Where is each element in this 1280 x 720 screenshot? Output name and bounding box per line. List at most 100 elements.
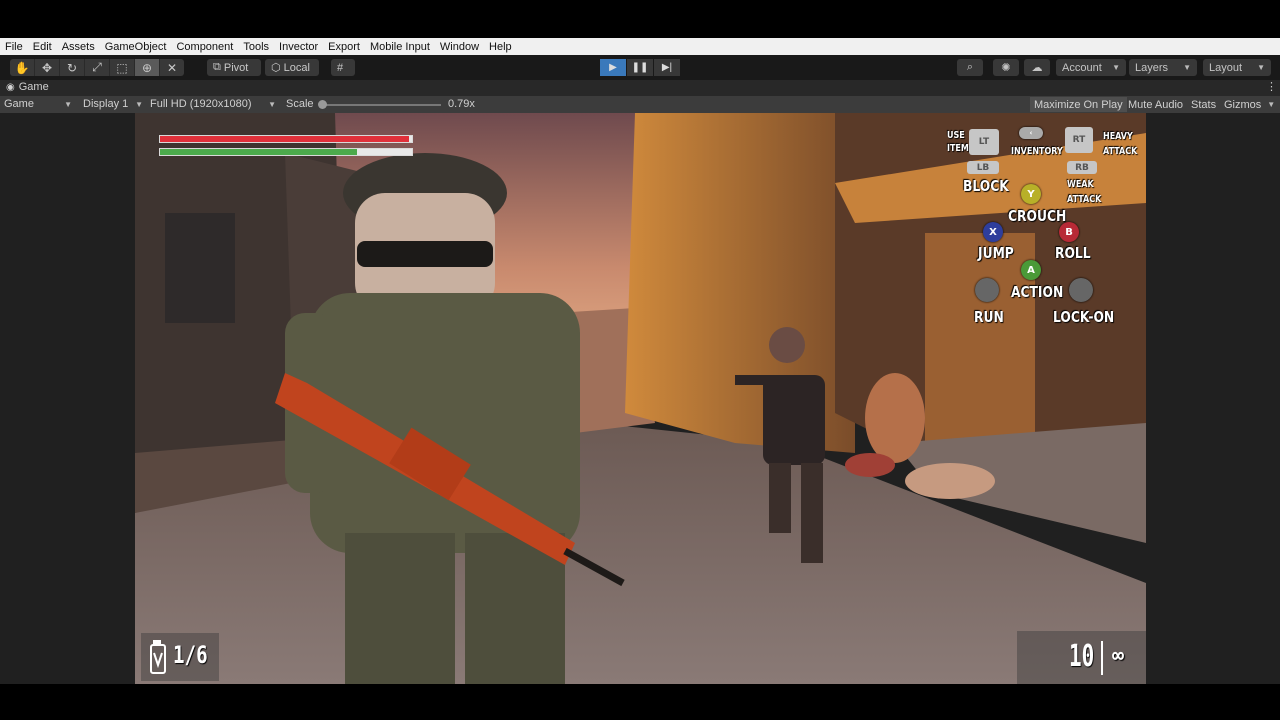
main-toolbar: ✋ ✥ ↻ ⤢ ⬚ ⊕ ✕ ⧉ Pivot ⬡ Local # ▶ ❚❚ ▶| … xyxy=(0,55,1280,81)
x-button-icon: X xyxy=(983,222,1003,242)
crouch-label: CROUCH xyxy=(1008,207,1067,225)
chevron-down-icon: ▼ xyxy=(1267,100,1276,109)
stamina-bar xyxy=(159,148,413,156)
grenade-panel: 1/6 xyxy=(141,633,219,681)
basket xyxy=(905,463,995,499)
letterbox-top xyxy=(0,0,1280,38)
heavy-attack-label: HEAVY ATTACK xyxy=(1103,129,1137,159)
layers-label: Layers xyxy=(1135,61,1169,74)
move-tool-icon[interactable]: ✥ xyxy=(35,59,60,76)
rect-tool-icon[interactable]: ⬚ xyxy=(110,59,135,76)
rb-button: RB xyxy=(1067,161,1097,174)
playback-controls: ▶ ❚❚ ▶| xyxy=(600,59,680,76)
menu-component[interactable]: Component xyxy=(171,41,238,53)
scale-tool-icon[interactable]: ⤢ xyxy=(85,59,110,76)
layout-dropdown[interactable]: Layout ▼ xyxy=(1203,59,1271,76)
lockon-label: LOCK-ON xyxy=(1053,308,1115,326)
run-label: RUN xyxy=(974,308,1004,326)
back-button-icon: ‹ xyxy=(1019,127,1043,139)
more-options-icon[interactable]: ⋮ xyxy=(1266,80,1277,93)
account-dropdown[interactable]: Account ▼ xyxy=(1056,59,1126,76)
menu-assets[interactable]: Assets xyxy=(57,41,100,53)
mute-label: Mute Audio xyxy=(1128,98,1184,111)
display-dropdown[interactable]: Display 1 ▼ xyxy=(83,98,143,110)
red-basket xyxy=(845,453,895,477)
chevron-down-icon: ▼ xyxy=(64,99,72,109)
maximize-on-play-toggle[interactable]: Maximize On Play xyxy=(1030,97,1127,112)
menu-gameobject[interactable]: GameObject xyxy=(100,41,172,53)
game-tab-label: Game xyxy=(18,81,49,93)
menu-help[interactable]: Help xyxy=(484,41,517,53)
game-scene xyxy=(135,113,1146,684)
pause-icon[interactable]: ❚❚ xyxy=(627,59,653,76)
display-label: Display 1 xyxy=(83,98,129,110)
menu-mobile-input[interactable]: Mobile Input xyxy=(365,41,435,53)
scale-slider-handle[interactable] xyxy=(318,100,327,109)
cloud-icon[interactable]: ☁ xyxy=(1024,59,1050,76)
custom-tool-icon[interactable]: ✕ xyxy=(160,59,184,76)
scale-slider-track[interactable] xyxy=(321,104,441,106)
letterbox-bottom xyxy=(0,684,1280,720)
ammo-divider xyxy=(1101,641,1103,675)
step-icon[interactable]: ▶| xyxy=(654,59,680,76)
grenade-icon xyxy=(150,640,166,674)
use-item-label: USE ITEM xyxy=(947,129,969,155)
menu-tools[interactable]: Tools xyxy=(238,41,274,53)
stamina-bar-fill xyxy=(160,149,357,155)
stats-label: Stats xyxy=(1191,98,1217,111)
jump-label: JUMP xyxy=(978,244,1014,262)
weak-line2: ATTACK xyxy=(1067,194,1102,205)
block-label: BLOCK xyxy=(963,177,1009,195)
space-toggle[interactable]: ⬡ Local xyxy=(265,59,319,76)
menu-invector[interactable]: Invector xyxy=(274,41,323,53)
menu-file[interactable]: File xyxy=(0,41,28,53)
gizmos-toggle[interactable]: Gizmos ▼ xyxy=(1220,97,1280,112)
play-icon[interactable]: ▶ xyxy=(600,59,626,76)
transform-tools: ✋ ✥ ↻ ⤢ ⬚ ⊕ ✕ xyxy=(10,59,184,76)
pivot-icon: ⧉ xyxy=(213,61,221,73)
stats-toggle[interactable]: Stats xyxy=(1187,97,1220,112)
maximize-label: Maximize On Play xyxy=(1034,98,1123,111)
chevron-down-icon: ▼ xyxy=(1183,63,1191,72)
transform-tool-icon[interactable]: ⊕ xyxy=(135,59,160,76)
right-stick-icon xyxy=(1069,278,1093,302)
space-label: Local xyxy=(283,61,310,74)
game-tab-bar: ◉ Game ⋮ xyxy=(0,80,1280,96)
layers-dropdown[interactable]: Layers ▼ xyxy=(1129,59,1197,76)
view-dropdown[interactable]: Game ▼ xyxy=(4,98,72,110)
right-wall-lit xyxy=(925,233,1035,443)
scale-label: Scale xyxy=(286,98,314,110)
game-view-toolbar: Game ▼ Display 1 ▼ Full HD (1920x1080) ▼… xyxy=(0,96,1280,113)
lt-button: LT xyxy=(969,129,999,155)
action-label: ACTION xyxy=(1011,283,1064,301)
grid-snap-icon[interactable]: # xyxy=(331,59,355,76)
chevron-down-icon: ▼ xyxy=(268,99,276,109)
hand-tool-icon[interactable]: ✋ xyxy=(10,59,35,76)
menu-bar: File Edit Assets GameObject Component To… xyxy=(0,38,1280,55)
y-button-icon: Y xyxy=(1021,184,1041,204)
search-icon[interactable]: ⌕ xyxy=(957,59,983,76)
services-icon[interactable]: ✺ xyxy=(993,59,1019,76)
game-viewport[interactable]: USE ITEM LT LB BLOCK ‹ INVENTORY RT RB H… xyxy=(135,113,1146,684)
gizmos-label: Gizmos xyxy=(1224,98,1262,111)
heavy-line1: HEAVY xyxy=(1103,131,1133,142)
pivot-toggle[interactable]: ⧉ Pivot xyxy=(207,59,261,76)
menu-window[interactable]: Window xyxy=(435,41,484,53)
weak-line1: WEAK xyxy=(1067,179,1094,190)
ammo-reserve: ∞ xyxy=(1112,643,1125,667)
chevron-down-icon: ▼ xyxy=(1257,63,1265,72)
rt-button: RT xyxy=(1065,127,1093,153)
menu-edit[interactable]: Edit xyxy=(28,41,57,53)
resolution-label: Full HD (1920x1080) xyxy=(150,98,252,110)
game-tab[interactable]: ◉ Game xyxy=(6,81,49,93)
heavy-line2: ATTACK xyxy=(1103,146,1138,157)
view-label: Game xyxy=(4,98,34,110)
rotate-tool-icon[interactable]: ↻ xyxy=(60,59,85,76)
chevron-down-icon: ▼ xyxy=(1112,63,1120,72)
resolution-dropdown[interactable]: Full HD (1920x1080) ▼ xyxy=(150,98,276,110)
scale-value: 0.79x xyxy=(448,98,475,110)
menu-export[interactable]: Export xyxy=(323,41,365,53)
use-item-line2: ITEM xyxy=(947,143,969,154)
b-button-icon: B xyxy=(1059,222,1079,242)
mute-audio-toggle[interactable]: Mute Audio xyxy=(1124,97,1187,112)
